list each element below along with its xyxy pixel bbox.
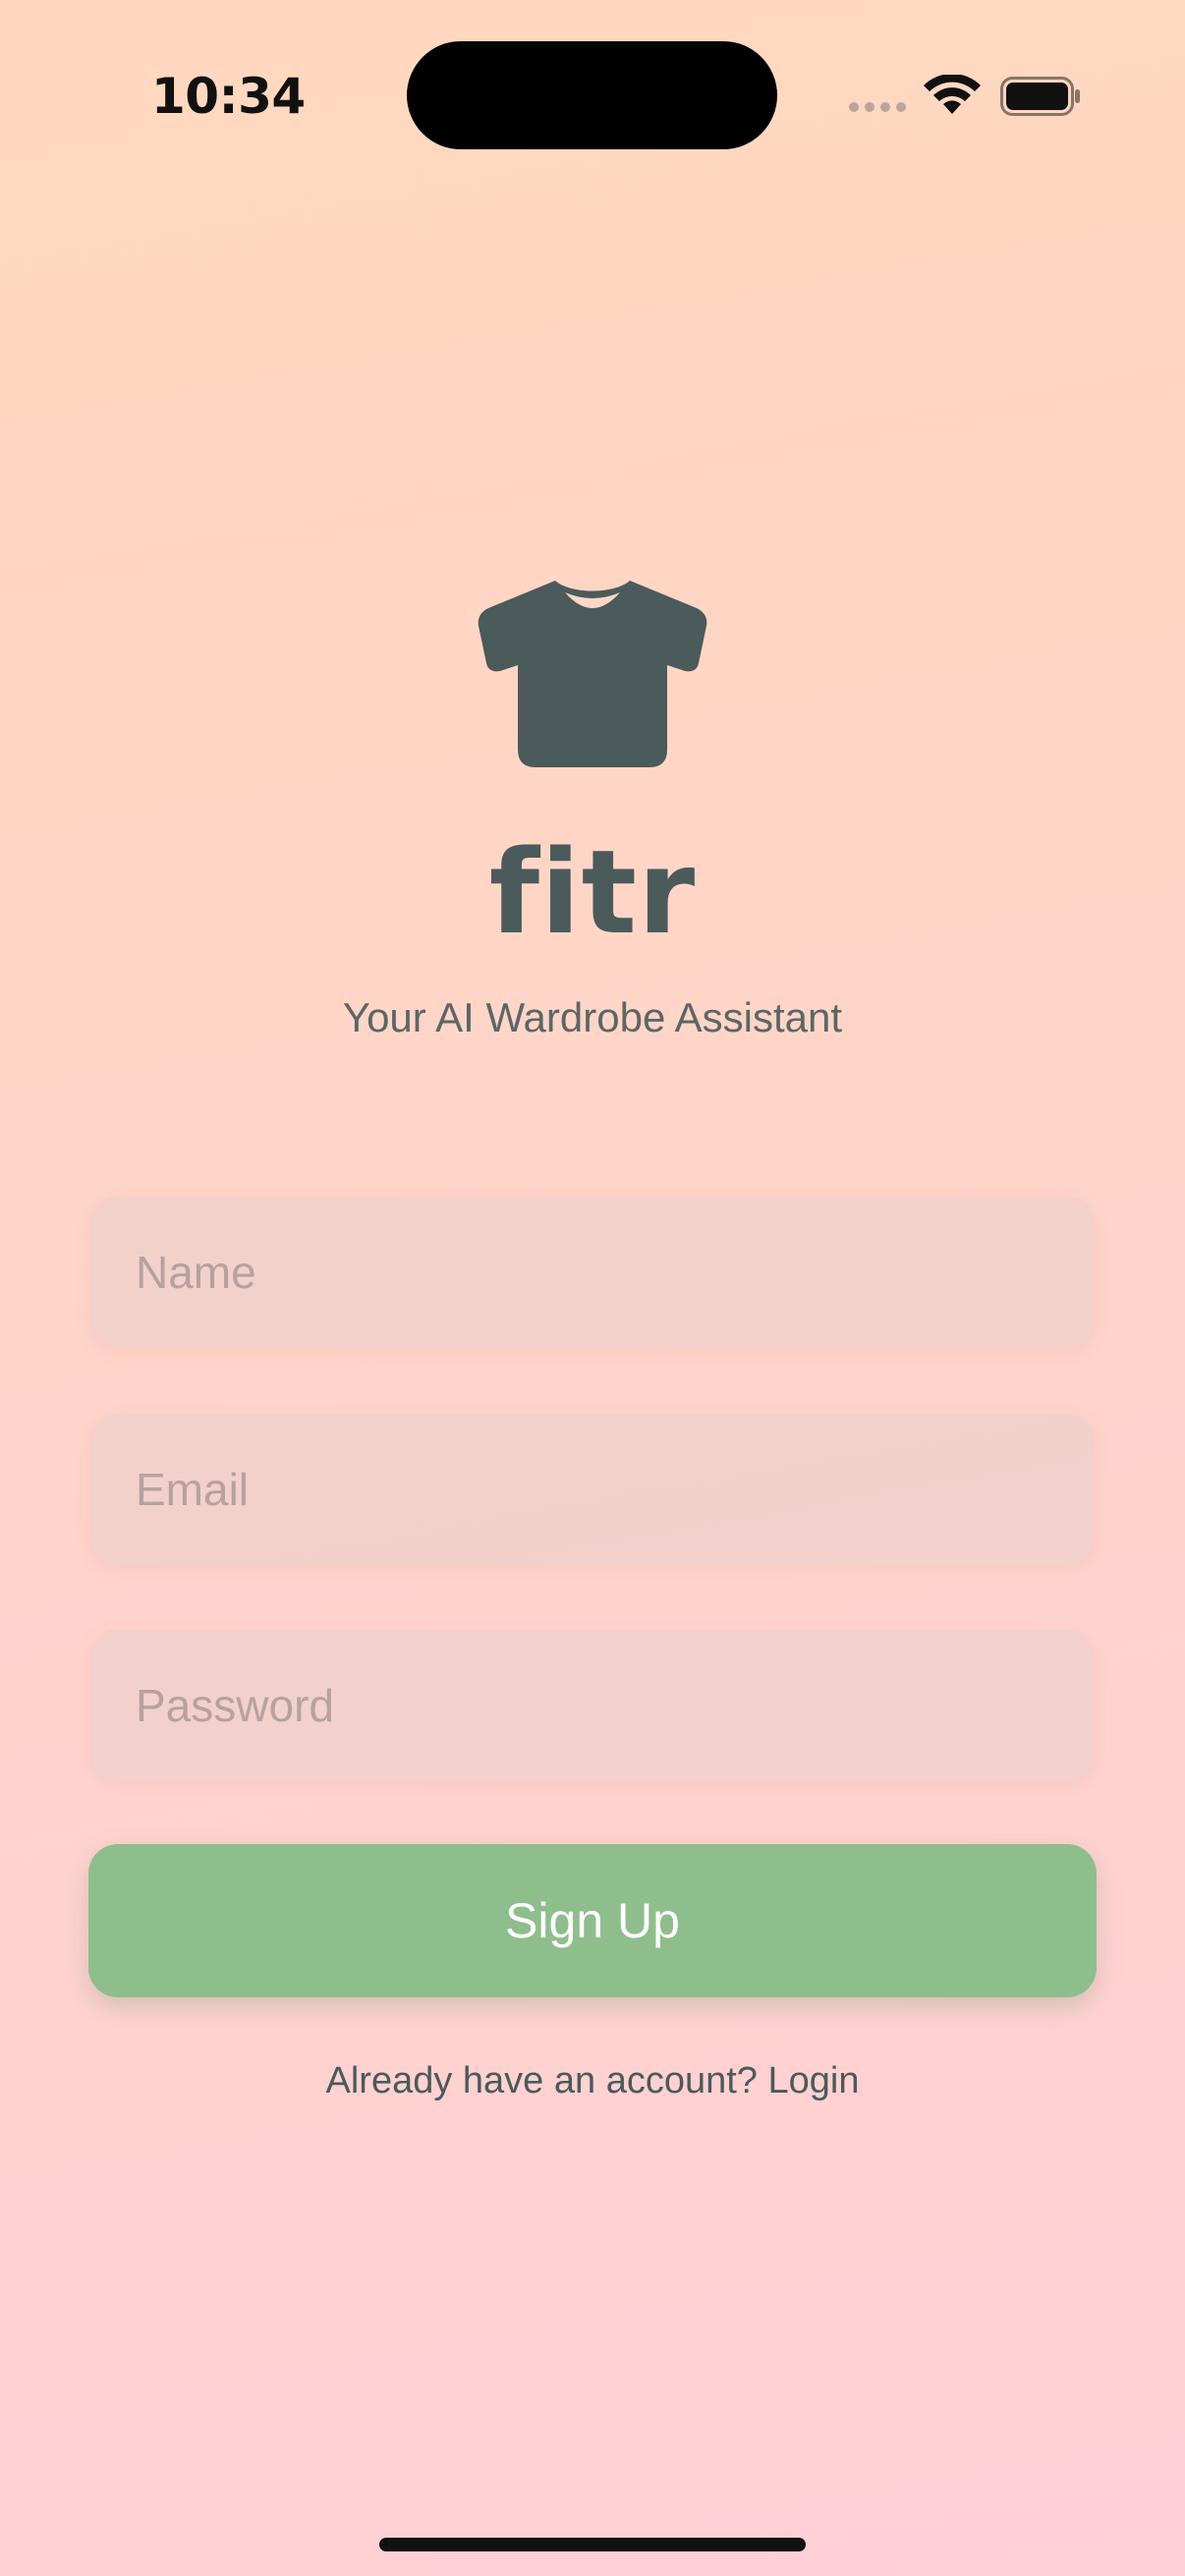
name-field[interactable] [90, 1197, 1095, 1348]
dynamic-island [407, 41, 777, 149]
sign-up-button[interactable]: Sign Up [88, 1844, 1097, 1997]
battery-icon [1000, 77, 1080, 116]
login-prompt: Already have an account? Login [0, 2051, 1185, 2110]
status-time: 10:34 [151, 68, 306, 125]
cellular-signal-icon [849, 102, 906, 112]
app-tagline: Your AI Wardrobe Assistant [342, 994, 843, 1040]
wifi-icon [924, 75, 981, 114]
app-title: fitr [488, 824, 697, 960]
login-link[interactable]: Already have an account? Login [326, 2060, 860, 2101]
email-field[interactable] [90, 1414, 1095, 1565]
password-field[interactable] [90, 1630, 1095, 1781]
tshirt-icon [478, 581, 707, 767]
home-indicator[interactable] [379, 2538, 806, 2551]
